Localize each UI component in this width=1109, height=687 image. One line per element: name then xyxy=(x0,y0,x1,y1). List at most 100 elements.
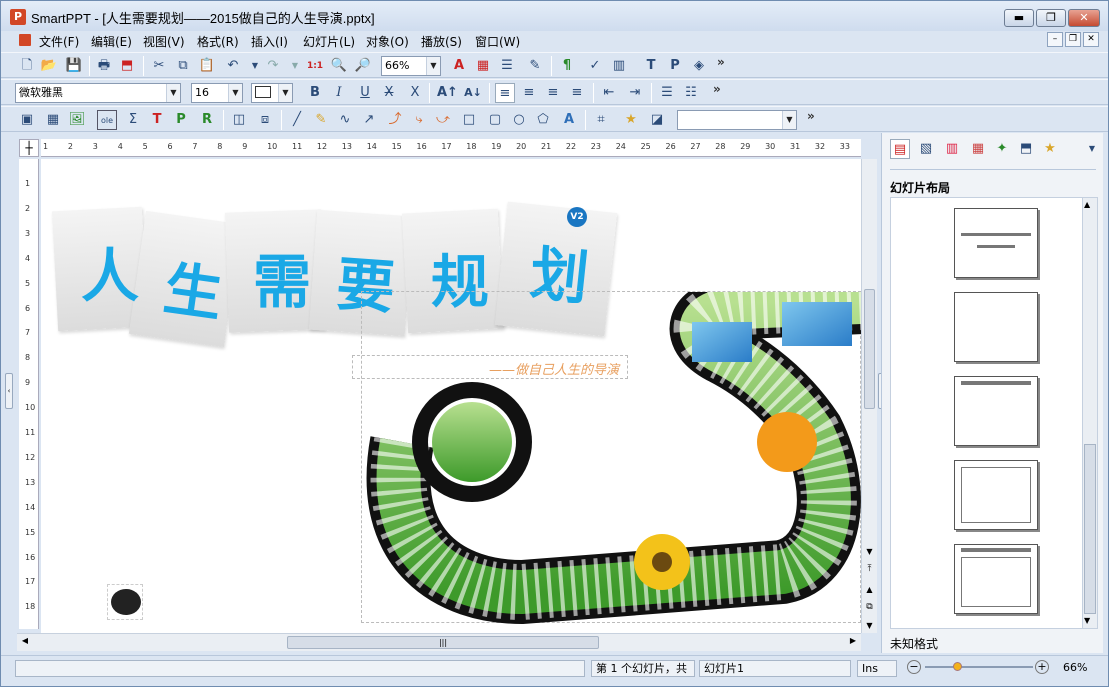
menu-window[interactable]: 窗口(W) xyxy=(475,33,520,50)
zoom-out-icon[interactable]: − xyxy=(907,660,921,674)
textbox-p-icon[interactable]: P xyxy=(171,110,191,130)
outline-select[interactable]: ▼ xyxy=(251,83,293,103)
scroll-left-icon[interactable]: ◀ xyxy=(19,636,31,648)
scroll-down-icon[interactable]: ▼ xyxy=(863,545,876,558)
effects-icon[interactable]: ◪ xyxy=(647,110,667,130)
menu-insert[interactable]: 插入(I) xyxy=(251,33,288,50)
spellcheck-icon[interactable]: ✓ xyxy=(585,56,605,76)
scroll-thumb[interactable] xyxy=(1084,444,1096,614)
new-file-icon[interactable]: 🗋 xyxy=(17,56,37,76)
slide-canvas[interactable]: 人 生 需 要 规 划 V2 ——做自己人生的导演 xyxy=(41,159,861,633)
first-slide-icon[interactable]: ⤒ xyxy=(863,563,876,576)
align-left-icon[interactable]: ≡ xyxy=(495,83,515,103)
style-select[interactable]: ▼ xyxy=(677,110,797,130)
toolbar3-more-button[interactable]: » xyxy=(807,109,815,123)
zoom-page-icon[interactable]: 🔍 xyxy=(329,56,349,76)
insert-table-icon[interactable]: ▦ xyxy=(473,56,493,76)
group-icon[interactable]: ◫ xyxy=(229,110,249,130)
frame-select-icon[interactable]: ▣ xyxy=(17,110,37,130)
minimize-button[interactable]: ▬ xyxy=(1004,9,1034,27)
zoom-in-icon[interactable]: + xyxy=(1035,660,1049,674)
clear-format-icon[interactable]: X xyxy=(405,83,425,103)
grid-icon[interactable]: ▦ xyxy=(43,110,63,130)
chart-icon[interactable]: ▥ xyxy=(609,56,629,76)
close-button[interactable]: ✕ xyxy=(1068,9,1100,27)
layout-title-content[interactable] xyxy=(954,544,1038,614)
save-icon[interactable]: 💾 xyxy=(64,56,84,76)
list-style-icon[interactable]: ☰ xyxy=(497,56,517,76)
menu-view[interactable]: 视图(V) xyxy=(143,33,185,50)
layout-title-slide[interactable] xyxy=(954,208,1038,278)
layout-list-scrollbar[interactable]: ▲ ▼ xyxy=(1082,197,1098,629)
menu-file[interactable]: 文件(F) xyxy=(39,33,79,50)
scroll-up-icon[interactable]: ▲ xyxy=(1084,200,1090,209)
curve-icon[interactable]: ∿ xyxy=(335,110,355,130)
cube-icon[interactable]: ◈ xyxy=(689,56,709,76)
next-slide-icon[interactable]: ▼ xyxy=(863,619,876,632)
scroll-down-icon[interactable]: ▼ xyxy=(1084,616,1090,625)
paragraph-marks-icon[interactable]: ¶ xyxy=(557,56,577,76)
wordart-icon[interactable]: A xyxy=(559,110,579,130)
open-folder-icon[interactable]: 📂 xyxy=(39,56,59,76)
text-color-a-icon[interactable]: A xyxy=(449,56,469,76)
ole-object-icon[interactable]: ole xyxy=(97,110,117,130)
format-painter-icon[interactable]: ✎ xyxy=(525,56,545,76)
slide-design-tab-icon[interactable]: ▧ xyxy=(916,139,936,159)
actual-size-icon[interactable]: 1:1 xyxy=(305,56,325,76)
curved-connector-icon[interactable]: ⤻ xyxy=(433,110,453,130)
crop-icon[interactable]: ⌗ xyxy=(591,110,611,130)
menu-object[interactable]: 对象(O) xyxy=(366,33,409,50)
zoom-icon[interactable]: 🔎 xyxy=(353,56,373,76)
italic-icon[interactable]: I xyxy=(329,83,349,103)
arrow-line-icon[interactable]: ↗ xyxy=(359,110,379,130)
undo-icon[interactable]: ↶ xyxy=(223,56,243,76)
paste-icon[interactable]: 📋 xyxy=(197,56,217,76)
copy-icon[interactable]: ⧉ xyxy=(173,56,193,76)
layout-title-only[interactable] xyxy=(954,376,1038,446)
toolbar2-more-button[interactable]: » xyxy=(713,82,721,96)
align-objects-icon[interactable]: ⧈ xyxy=(255,110,275,130)
left-panel-toggle[interactable]: ‹ xyxy=(5,373,13,409)
print-icon[interactable]: 🖶 xyxy=(94,56,114,76)
grow-font-icon[interactable]: A↑ xyxy=(437,83,458,103)
rounded-rect-icon[interactable]: ▢ xyxy=(485,110,505,130)
decrease-indent-icon[interactable]: ⇤ xyxy=(599,83,619,103)
shapes-icon[interactable]: ⬠ xyxy=(533,110,553,130)
layout-blank[interactable] xyxy=(954,292,1038,362)
rectangle-icon[interactable]: □ xyxy=(459,110,479,130)
effects-tab-icon[interactable]: ★ xyxy=(1040,139,1060,159)
textbox-r-icon[interactable]: R xyxy=(197,110,217,130)
ruler-origin[interactable]: ┼ xyxy=(19,139,39,157)
maximize-button[interactable]: ❐ xyxy=(1036,9,1066,27)
line-icon[interactable]: ╱ xyxy=(287,110,307,130)
insert-image-icon[interactable]: 🖼 xyxy=(67,110,87,130)
doc-restore-button[interactable]: ❐ xyxy=(1065,32,1081,47)
bullets-icon[interactable]: ☰ xyxy=(657,83,677,103)
align-right-icon[interactable]: ≡ xyxy=(543,83,563,103)
zoom-slider[interactable] xyxy=(925,662,1033,671)
slide-layout-tab-icon[interactable]: ▤ xyxy=(890,139,910,159)
color-scheme-tab-icon[interactable]: ▥ xyxy=(942,139,962,159)
star-icon[interactable]: ★ xyxy=(621,110,641,130)
increase-indent-icon[interactable]: ⇥ xyxy=(625,83,645,103)
formula-icon[interactable]: Σ xyxy=(123,110,143,130)
transition-tab-icon[interactable]: ✦ xyxy=(992,139,1012,159)
menu-format[interactable]: 格式(R) xyxy=(197,33,239,50)
zoom-select[interactable]: 66% ▼ xyxy=(381,56,441,76)
align-center-icon[interactable]: ≡ xyxy=(519,83,539,103)
redo-dropdown-icon[interactable]: ▼ xyxy=(285,56,305,76)
insert-mode[interactable]: Ins xyxy=(857,660,897,677)
font-name-select[interactable]: 微软雅黑 ▼ xyxy=(15,83,181,103)
canvas-horizontal-scrollbar[interactable]: ◀ ||| ▶ xyxy=(17,633,861,651)
canvas-vertical-scrollbar[interactable]: ▼ ⤒ ▲ ⧉ ▼ xyxy=(861,159,877,633)
scroll-thumb[interactable] xyxy=(864,289,875,409)
headline-char[interactable]: 生 xyxy=(159,241,228,332)
menu-play[interactable]: 播放(S) xyxy=(421,33,462,50)
ellipse-icon[interactable]: ○ xyxy=(509,110,529,130)
numbering-icon[interactable]: ☷ xyxy=(681,83,701,103)
bold-icon[interactable]: B xyxy=(305,83,325,103)
redo-icon[interactable]: ↷ xyxy=(263,56,283,76)
scroll-right-icon[interactable]: ▶ xyxy=(847,636,859,648)
font-size-select[interactable]: 16 ▼ xyxy=(191,83,243,103)
template-t-icon[interactable]: T xyxy=(641,56,661,76)
